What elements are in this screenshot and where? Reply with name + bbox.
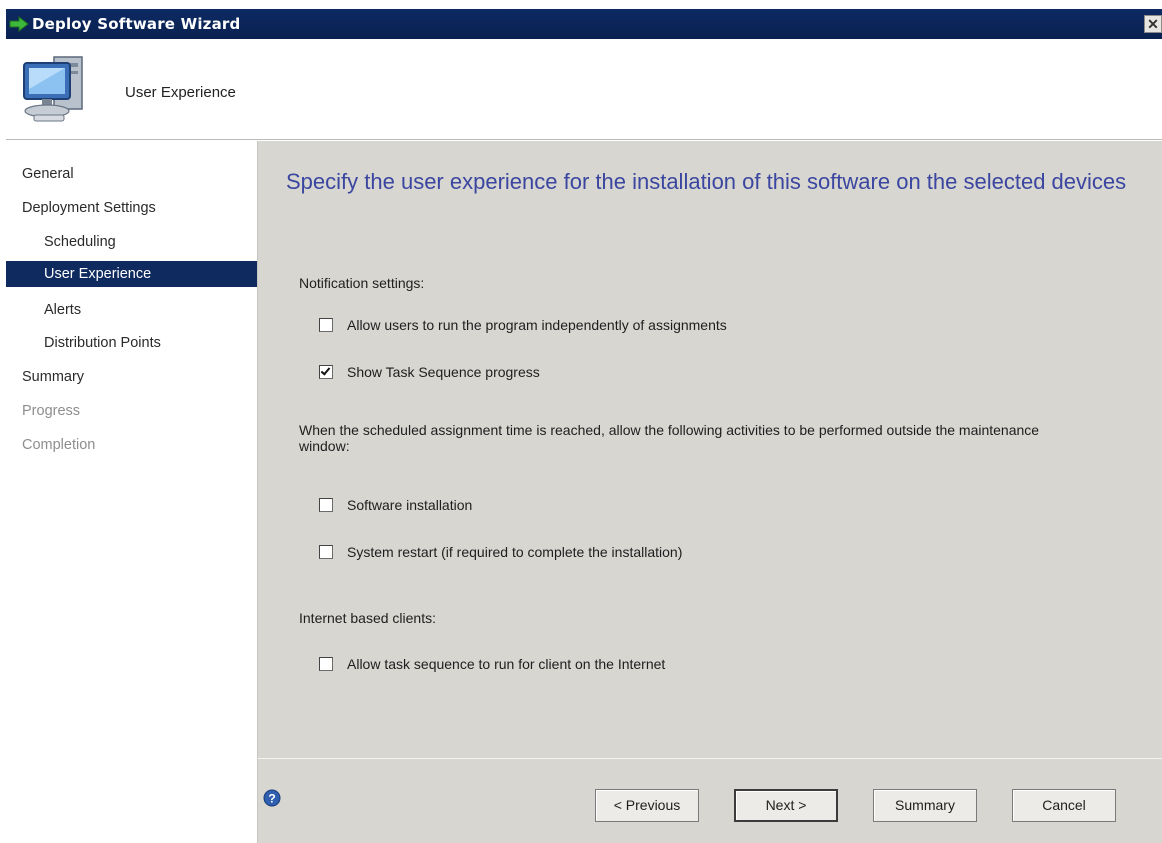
sidebar-item-alerts[interactable]: Alerts: [6, 297, 257, 323]
wizard-header: User Experience: [6, 39, 1162, 140]
internet-based-clients-label: Internet based clients:: [299, 610, 436, 626]
software-installation-option[interactable]: Software installation: [319, 495, 472, 515]
wizard-content: Specify the user experience for the inst…: [257, 141, 1162, 758]
allow-users-run-independently-option[interactable]: Allow users to run the program independe…: [319, 315, 727, 335]
sidebar-item-distribution-points[interactable]: Distribution Points: [6, 330, 257, 356]
wizard-window: Deploy Software Wizard ✕ User Experience…: [0, 0, 1162, 843]
maintenance-window-description: When the scheduled assignment time is re…: [299, 422, 1040, 454]
sidebar-item-general[interactable]: General: [6, 161, 257, 187]
sidebar-item-progress: Progress: [22, 403, 81, 419]
sidebar-item-deployment-settings[interactable]: Deployment Settings: [6, 195, 257, 221]
title-bar: Deploy Software Wizard ✕: [6, 9, 1162, 39]
close-button[interactable]: ✕: [1144, 15, 1162, 33]
sidebar-item-scheduling[interactable]: Scheduling: [6, 229, 257, 255]
sidebar-footer-area: [6, 744, 257, 843]
sidebar-item-summary[interactable]: Summary: [6, 364, 257, 390]
cancel-button[interactable]: Cancel: [1012, 789, 1116, 822]
system-restart-option[interactable]: System restart (if required to complete …: [319, 542, 682, 562]
show-task-sequence-progress-label: Show Task Sequence progress: [347, 364, 540, 380]
svg-text:?: ?: [268, 792, 275, 806]
header-title: User Experience: [125, 84, 236, 101]
allow-task-sequence-internet-option[interactable]: Allow task sequence to run for client on…: [319, 654, 665, 674]
allow-task-sequence-internet-checkbox[interactable]: [319, 657, 333, 671]
computer-icon: [20, 49, 106, 129]
page-heading: Specify the user experience for the inst…: [286, 169, 1127, 194]
show-task-sequence-progress-checkbox[interactable]: [319, 365, 333, 379]
checkmark-icon: [320, 365, 331, 376]
sidebar-item-user-experience[interactable]: User Experience: [6, 261, 257, 287]
software-installation-label: Software installation: [347, 497, 473, 513]
wizard-footer: ? < Previous Next > Summary Cancel: [257, 758, 1162, 843]
system-restart-checkbox[interactable]: [319, 545, 333, 559]
allow-users-run-independently-checkbox[interactable]: [319, 318, 333, 332]
previous-button[interactable]: < Previous: [595, 789, 699, 822]
system-restart-label: System restart (if required to complete …: [347, 544, 683, 560]
notification-settings-label: Notification settings:: [299, 275, 425, 291]
window-title: Deploy Software Wizard: [32, 15, 241, 33]
help-icon[interactable]: ?: [263, 789, 281, 807]
sidebar-item-completion: Completion: [22, 437, 96, 453]
summary-button[interactable]: Summary: [873, 789, 977, 822]
wizard-sidebar: General Deployment Settings Scheduling U…: [6, 141, 257, 744]
next-button[interactable]: Next >: [734, 789, 838, 822]
allow-users-run-independently-label: Allow users to run the program independe…: [347, 317, 727, 333]
show-task-sequence-progress-option[interactable]: Show Task Sequence progress: [319, 362, 540, 382]
allow-task-sequence-internet-label: Allow task sequence to run for client on…: [347, 656, 666, 672]
software-installation-checkbox[interactable]: [319, 498, 333, 512]
green-arrow-icon: [6, 9, 32, 39]
